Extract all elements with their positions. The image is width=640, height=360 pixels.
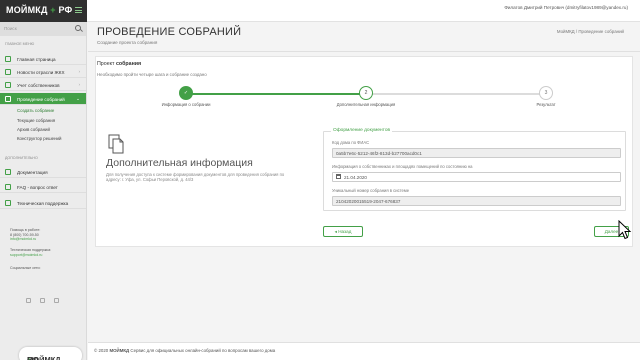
sidebar-item-support[interactable]: Техническая поддержка [0,197,86,209]
page-header: ПРОВЕДЕНИЕ СОБРАНИЙ Создание проекта соб… [88,22,640,52]
bottom-logo: МОЙМКД + РФ [19,347,82,360]
fieldset-legend: Оформление документов [331,128,393,133]
sidebar-section-main: Главное меню [5,42,35,46]
owners-date-field[interactable]: 21.04.2020 [332,172,621,182]
search-icon[interactable] [75,25,81,31]
meeting-number-label: Уникальный номер собрания в системе [332,188,410,193]
social-heading: Социальные сети: [10,266,41,270]
fias-label: Код дома по ФИАС [332,140,370,145]
logo-text: МОЙМКД + РФ [6,5,73,15]
vk-icon[interactable] [26,298,31,303]
top-bar: МОЙМКД + РФ Филатов Дмитрий Петрович (dm… [0,0,640,22]
search-placeholder: Поиск [4,26,17,31]
footer-text: © 2020 МОЙМКД Сервис для официальных онл… [94,348,276,353]
step-3-label: Результат [536,102,556,107]
sidebar-item-label: Техническая поддержка [17,200,69,206]
sidebar-item-meetings[interactable]: Проведение собраний ⌄ [0,93,86,105]
support-email[interactable]: support@moimkd.ru [10,253,82,258]
users-icon [5,82,11,88]
sidebar: Поиск Главное меню Главная страница Ново… [0,22,87,360]
faq-icon [5,184,11,190]
menu-toggle-icon[interactable] [75,7,82,13]
sidebar-item-label: Документация [17,169,48,175]
sidebar-item-label: Проведение собраний [17,96,65,102]
chevron-right-icon: › [78,69,80,74]
card-title: Проект собрания [97,61,142,67]
support-block: Техническая поддержка: support@moimkd.ru [10,248,82,257]
sidebar-item-label: FAQ - вопрос ответ [17,184,58,190]
footer: © 2020 МОЙМКД Сервис для официальных онл… [88,342,640,360]
user-menu[interactable]: Филатов Дмитрий Петрович (dmitryfilatov1… [504,5,628,10]
contact-block: Помощь в работе: 8 (800) 700-59-50 info@… [10,228,82,242]
sidebar-item-label: Главная страница [17,56,56,62]
breadcrumb: МойМКД / Проведение собраний [557,29,624,34]
chevron-down-icon: ⌄ [76,96,80,101]
step-1-label: Информация о собрании [161,102,211,107]
sidebar-subitem-builder[interactable]: Конструктор решений [17,136,61,141]
news-icon [5,69,11,75]
home-icon [5,56,11,62]
step-line-done [186,93,366,95]
card-hint: Необходимо пройти четыре шага и собрание… [97,72,207,77]
logo[interactable]: МОЙМКД + РФ [0,0,87,22]
sidebar-item-label: Учет собственников [17,82,60,88]
info-title: Дополнительная информация [106,157,253,169]
page-title: ПРОВЕДЕНИЕ СОБРАНИЙ [97,26,242,38]
sidebar-subitem-create[interactable]: Создать собрание [17,108,54,113]
info-description: Для получения доступа к системе формиров… [106,172,285,182]
documents-icon [108,134,124,154]
meeting-icon [5,96,11,102]
calendar-icon[interactable] [336,174,341,179]
contact-email[interactable]: info@moimkd.ru [10,237,82,242]
sidebar-item-faq[interactable]: FAQ - вопрос ответ [0,181,86,193]
wizard-card: Проект собрания Необходимо пройти четыре… [95,56,633,247]
step-2-label: Дополнительная информация [336,102,396,107]
sidebar-subitem-current[interactable]: Текущие собрания [17,118,55,123]
fias-code-field[interactable]: 0a5b7e6c-5212-46f2-813d-b27700acd0c1 [332,148,621,158]
meeting-number-field[interactable]: 21042020015519-2047-676837 [332,196,621,206]
ok-icon[interactable] [40,298,45,303]
sidebar-section-extra: Дополнительно [5,156,38,160]
chevron-right-icon: › [78,82,80,87]
support-icon [5,200,11,206]
page-subtitle: Создание проекта собрания [97,40,158,45]
fb-icon[interactable] [54,298,59,303]
step-2-circle: 2 [359,86,373,100]
sidebar-item-home[interactable]: Главная страница [0,53,86,65]
step-3-circle: 3 [539,86,553,100]
back-button[interactable]: ◂ Назад [323,226,363,237]
owners-date-label: Информация о собственниках и площадях по… [332,164,473,169]
step-line-todo [366,93,546,95]
mouse-cursor-icon [618,220,632,240]
sidebar-item-news[interactable]: Новости отрасли ЖКХ › [0,66,86,78]
sidebar-subitem-archive[interactable]: Архив собраний [17,127,50,132]
sidebar-search[interactable]: Поиск [0,22,86,36]
breadcrumb-home[interactable]: МойМКД [557,29,575,34]
breadcrumb-current: Проведение собраний [578,29,624,34]
sidebar-item-docs[interactable]: Документация [0,166,86,178]
sidebar-item-owners[interactable]: Учет собственников › [0,79,86,91]
breadcrumb-separator: / [575,29,578,34]
step-1-check-icon: ✓ [179,86,193,100]
doc-icon [5,169,11,175]
sidebar-item-label: Новости отрасли ЖКХ [17,69,65,75]
